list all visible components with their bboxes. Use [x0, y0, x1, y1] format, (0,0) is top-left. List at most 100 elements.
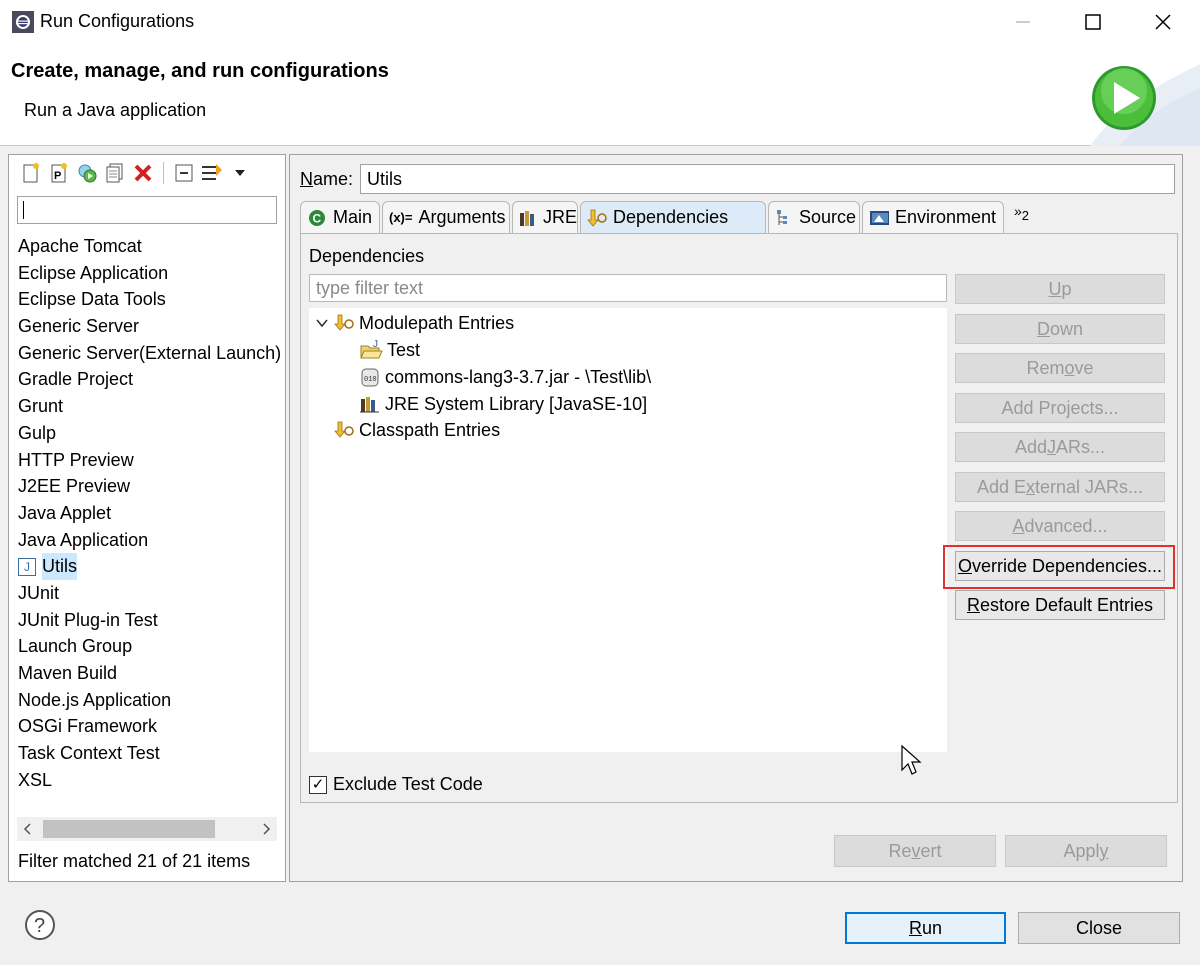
scroll-left-icon[interactable] — [23, 823, 33, 835]
tab-overflow-count: 2 — [1021, 207, 1030, 223]
config-list-item[interactable]: Generic Server(External Launch) — [18, 340, 282, 367]
dependencies-filter-input[interactable]: type filter text — [309, 274, 947, 302]
config-list-item[interactable]: Node.js Application — [18, 687, 280, 714]
config-type-list: Apache Tomcat Eclipse Application Eclipse … — [18, 233, 282, 794]
mouse-cursor-icon — [901, 744, 922, 775]
delete-config-icon[interactable] — [131, 161, 155, 185]
config-item-label: OSGi Framework — [18, 716, 158, 737]
header-title: Create, manage, and run configurations — [11, 60, 389, 82]
config-list-item[interactable]: Eclipse Application — [18, 260, 280, 287]
config-list-item[interactable]: JUnit — [18, 580, 280, 607]
scrollbar-thumb[interactable] — [43, 820, 215, 838]
tab-overflow[interactable]: »2 — [1014, 203, 1029, 223]
config-list-item[interactable]: Gulp — [18, 420, 280, 447]
config-list-item[interactable]: J2EE Preview — [18, 473, 280, 500]
tab-jre[interactable]: JRE — [512, 201, 578, 233]
config-item-label: Java Applet — [18, 502, 112, 523]
tab-dependencies[interactable]: Dependencies — [580, 201, 766, 233]
exclude-test-code-label: Exclude Test Code — [333, 774, 483, 794]
up-button[interactable]: Up — [955, 274, 1165, 304]
config-list-item[interactable]: Task Context Test — [18, 740, 280, 767]
config-list-item[interactable]: Launch Group — [18, 633, 280, 660]
exclude-test-code-checkbox[interactable]: ✓ — [309, 775, 327, 794]
arguments-tab-icon: (x)= — [389, 210, 413, 225]
config-item-label: XSL — [18, 769, 53, 790]
new-prototype-icon[interactable]: P — [47, 161, 71, 185]
config-list-item[interactable]: Grunt — [18, 393, 280, 420]
library-icon — [519, 208, 537, 228]
new-config-icon[interactable] — [19, 161, 43, 185]
config-list-item[interactable]: Eclipse Data Tools — [18, 286, 280, 313]
advanced-button[interactable]: Advanced... — [955, 511, 1165, 541]
config-item-label: Gradle Project — [18, 369, 134, 390]
exclude-test-code-option[interactable]: ✓ Exclude Test Code — [309, 774, 483, 795]
config-item-label: Node.js Application — [18, 689, 172, 710]
config-list-item[interactable]: XSL — [18, 767, 280, 794]
config-filter-input[interactable] — [17, 196, 277, 224]
tab-label: Environment — [895, 207, 997, 227]
config-list-item[interactable]: OSGi Framework — [18, 713, 280, 740]
add-jars-button[interactable]: Add J ARs... — [955, 432, 1165, 462]
remove-button[interactable]: Rem o ve — [955, 353, 1165, 383]
collapse-all-icon[interactable] — [172, 161, 196, 185]
close-button[interactable]: Close — [1018, 912, 1180, 944]
svg-text:?: ? — [34, 915, 45, 937]
config-list-item[interactable]: Generic Server — [18, 313, 280, 340]
down-button[interactable]: Down — [955, 314, 1165, 344]
title-bar: Run Configurations — [0, 0, 1200, 44]
tab-source[interactable]: Source — [768, 201, 860, 233]
override-dependencies-button[interactable]: Override Dependencies... — [955, 551, 1165, 581]
maximize-button[interactable] — [1063, 0, 1123, 44]
scroll-right-icon[interactable] — [261, 823, 271, 835]
duplicate-config-icon[interactable] — [103, 161, 127, 185]
tab-environment[interactable]: Environment — [862, 201, 1004, 233]
config-list-item[interactable]: Gradle Project — [18, 366, 280, 393]
config-list-item[interactable]: Java Applet — [18, 500, 280, 527]
config-item-selected[interactable]: J Utils — [18, 553, 280, 580]
run-button[interactable]: Run — [845, 912, 1006, 944]
apply-button[interactable]: Appl y — [1005, 835, 1167, 867]
text-caret — [23, 201, 24, 219]
tree-label: Test — [387, 339, 421, 360]
chevron-down-icon[interactable] — [315, 316, 329, 330]
config-item-label: Eclipse Application — [18, 262, 169, 283]
svg-text:010: 010 — [364, 376, 377, 384]
filter-configs-icon[interactable] — [200, 161, 224, 185]
minimize-button[interactable] — [993, 0, 1053, 44]
tree-node-jre-library[interactable]: JRE System Library [JavaSE-10] — [359, 391, 647, 417]
close-window-button[interactable] — [1133, 0, 1193, 44]
environment-icon — [869, 208, 889, 228]
config-item-label: Generic Server(External Launch) — [18, 342, 282, 363]
library-icon — [360, 397, 379, 413]
export-config-icon[interactable] — [75, 161, 99, 185]
config-list-item[interactable]: HTTP Preview — [18, 447, 280, 474]
config-name-input[interactable]: Utils — [360, 164, 1175, 194]
tab-arguments[interactable]: (x)= Arguments — [382, 201, 510, 233]
horizontal-scrollbar[interactable] — [17, 817, 277, 841]
dependencies-icon — [334, 421, 354, 438]
tree-node-test-project[interactable]: J Test — [359, 337, 420, 363]
tree-node-modulepath[interactable]: Modulepath Entries — [315, 310, 514, 336]
tab-main[interactable]: C Main — [300, 201, 380, 233]
tree-node-commons-jar[interactable]: 010 commons-lang3-3.7.jar - \Test\lib\ — [359, 364, 651, 390]
add-projects-button[interactable]: Add Pro j ects... — [955, 393, 1165, 423]
config-list-item[interactable]: JUnit Plug-in Test — [18, 607, 280, 634]
config-list-item[interactable]: Maven Build — [18, 660, 280, 687]
svg-text:J: J — [373, 340, 378, 350]
help-icon[interactable]: ? — [24, 909, 56, 941]
chevron-down-icon[interactable] — [228, 161, 252, 185]
config-list-item[interactable]: Java Application — [18, 527, 280, 554]
revert-button[interactable]: Re v ert — [834, 835, 996, 867]
source-icon — [775, 208, 793, 228]
svg-text:C: C — [313, 211, 322, 225]
tab-label: Main — [333, 207, 373, 227]
config-item-label: Grunt — [18, 396, 64, 417]
config-list-item[interactable]: Apache Tomcat — [18, 233, 280, 260]
close-icon — [1155, 14, 1171, 30]
config-item-label: Apache Tomcat — [18, 236, 142, 256]
config-item-label: Utils — [42, 553, 77, 580]
dependencies-tab-content: Dependencies type filter text Modulepath… — [300, 233, 1178, 803]
add-external-jars-button[interactable]: Add Ex ternal JARs... — [955, 472, 1165, 502]
tree-node-classpath[interactable]: Classpath Entries — [333, 417, 500, 443]
restore-default-entries-button[interactable]: Restore Default Entries — [955, 590, 1165, 620]
